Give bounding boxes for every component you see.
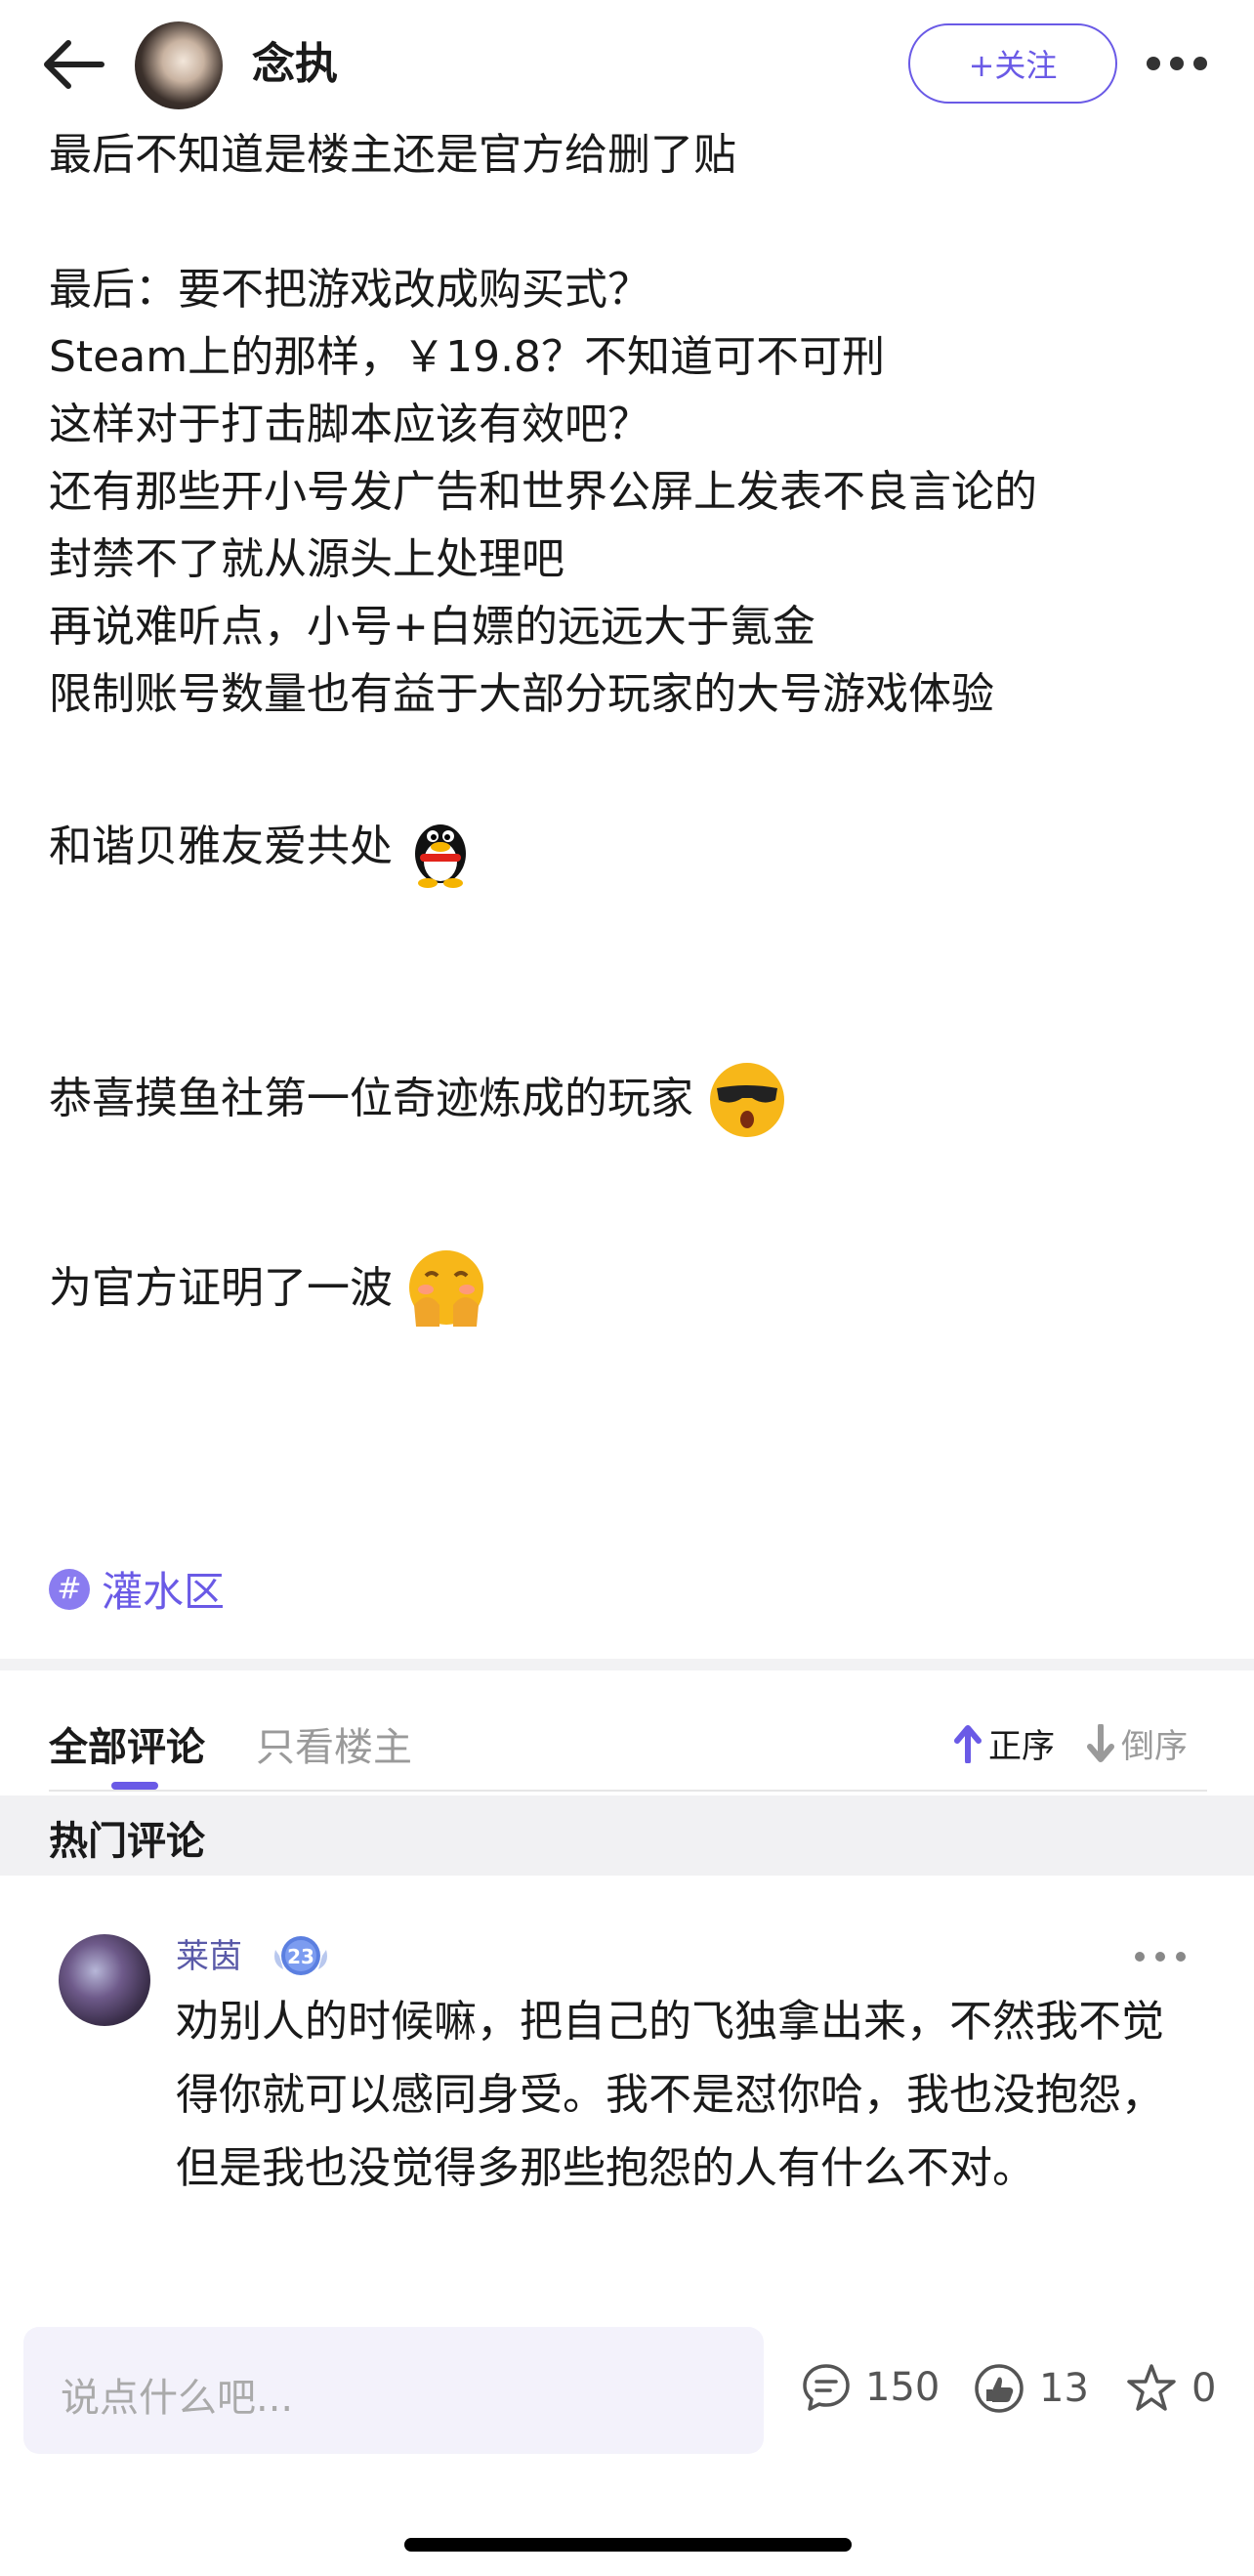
- post-line: 再说难听点，小号+白嫖的远远大于氪金: [49, 602, 815, 652]
- cool-sunglasses-emoji: [710, 1063, 784, 1137]
- author-avatar[interactable]: [135, 21, 223, 109]
- post-line: 限制账号数量也有益于大部分玩家的大号游戏体验: [49, 669, 994, 719]
- tab-owner-only[interactable]: 只看楼主: [256, 1715, 412, 1772]
- home-indicator: [404, 2538, 852, 2552]
- comment-count: 150: [865, 2365, 940, 2410]
- post-line: 恭喜摸鱼社第一位奇迹炼成的玩家: [49, 1074, 693, 1123]
- post-line: 还有那些开小号发广告和世界公屏上发表不良言论的: [49, 467, 1037, 517]
- section-divider: [0, 1659, 1254, 1670]
- follow-button[interactable]: +关注: [908, 23, 1117, 104]
- tab-all-comments[interactable]: 全部评论: [49, 1715, 205, 1772]
- comment-count-button[interactable]: 150: [801, 2362, 940, 2413]
- tabs-divider: [49, 1790, 1207, 1792]
- level-number: 23: [287, 1945, 314, 1968]
- tag-label: 灌水区: [102, 1568, 226, 1616]
- more-dots-icon[interactable]: [1145, 55, 1209, 72]
- sort-descending-button[interactable]: 倒序: [1086, 1719, 1188, 1767]
- shy-covering-face-emoji: [409, 1250, 483, 1327]
- back-arrow-icon[interactable]: [39, 35, 111, 94]
- post-line: 最后不知道是楼主还是官方给删了贴: [49, 130, 736, 180]
- post-line-harmony: 和谐贝雅友爱共处: [49, 805, 1254, 889]
- post-line: 和谐贝雅友爱共处: [49, 822, 393, 871]
- post-line-proof: 为官方证明了一波: [49, 1246, 1254, 1330]
- post-body: 最后不知道是楼主还是官方给删了贴 最后：要不把游戏改成购买式？ Steam上的那…: [49, 121, 1221, 728]
- hash-icon: #: [49, 1568, 90, 1610]
- like-button[interactable]: 13: [973, 2362, 1089, 2415]
- favorite-count: 0: [1191, 2366, 1217, 2411]
- comment-input-placeholder: 说点什么吧...: [61, 2376, 294, 2421]
- sort-ascending-button[interactable]: 正序: [953, 1719, 1055, 1767]
- post-line: [49, 189, 1221, 256]
- sort-desc-label: 倒序: [1121, 1727, 1188, 1766]
- author-username[interactable]: 念执: [252, 35, 338, 94]
- post-line: 最后：要不把游戏改成购买式？: [49, 265, 650, 315]
- post-line: Steam上的那样，￥19.8？不知道可不可刑: [49, 332, 886, 382]
- post-line: 封禁不了就从源头上处理吧: [49, 534, 564, 584]
- post-tag[interactable]: # 灌水区: [49, 1559, 225, 1619]
- arrow-up-icon: [954, 1724, 982, 1763]
- star-icon: [1127, 2364, 1176, 2411]
- favorite-button[interactable]: 0: [1125, 2362, 1216, 2415]
- commenter-avatar[interactable]: [59, 1934, 150, 2026]
- comment-text: 劝别人的时候嘛，把自己的飞独拿出来，不然我不觉得你就可以感同身受。我不是怼你哈，…: [176, 1997, 1164, 2193]
- hot-comments-title: 热门评论: [49, 1819, 205, 1864]
- arrow-down-icon: [1087, 1723, 1114, 1762]
- comment-bubble-icon: [803, 2364, 850, 2411]
- post-line: 这样对于打击脚本应该有效吧？: [49, 400, 650, 449]
- post-line: 为官方证明了一波: [49, 1263, 393, 1313]
- penguin-emoji: [415, 824, 466, 888]
- post-line-congrats: 恭喜摸鱼社第一位奇迹炼成的玩家: [49, 1057, 1254, 1141]
- active-tab-indicator: [111, 1782, 158, 1790]
- commenter-name[interactable]: 莱茵: [176, 1934, 242, 1979]
- like-count: 13: [1039, 2366, 1089, 2411]
- thumbs-up-icon: [975, 2364, 1024, 2413]
- sort-asc-label: 正序: [988, 1727, 1055, 1766]
- level-badge-icon: 23: [274, 1936, 327, 1975]
- comment-more-icon[interactable]: [1133, 1950, 1188, 1964]
